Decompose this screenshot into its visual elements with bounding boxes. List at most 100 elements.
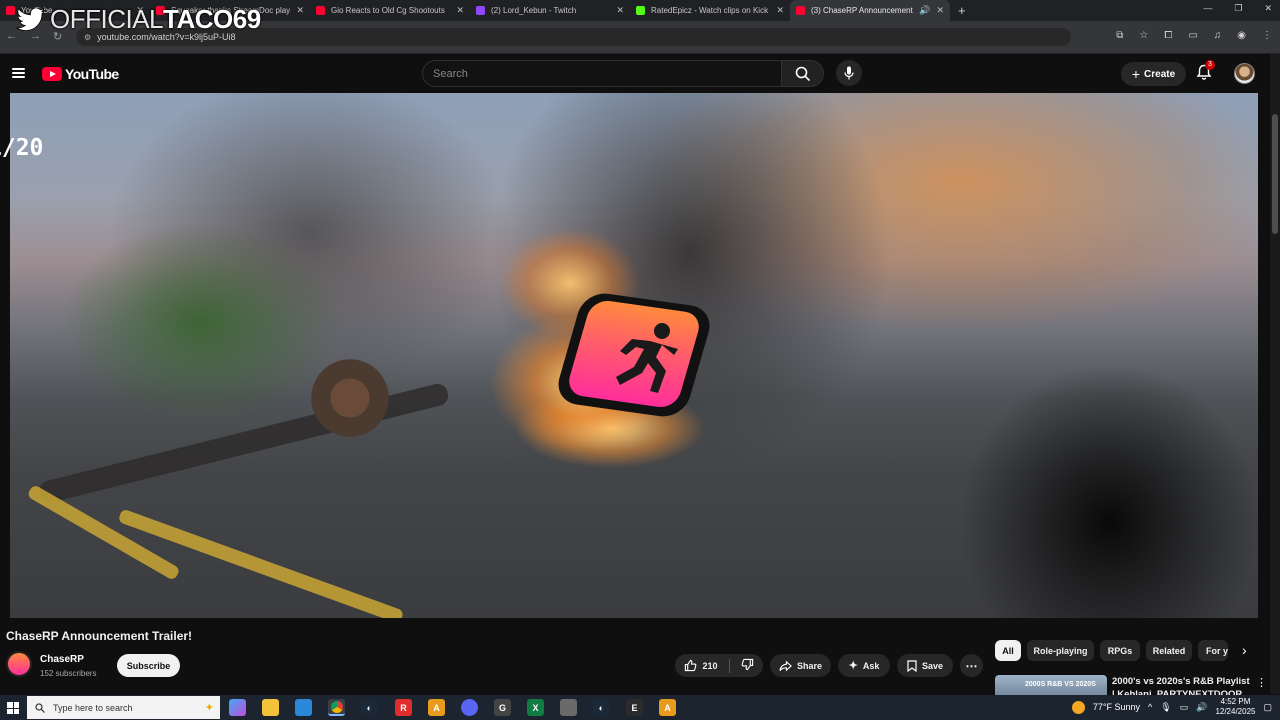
discord-icon[interactable]	[461, 699, 478, 716]
youtube-icon	[796, 6, 805, 15]
youtube-icon	[6, 6, 15, 15]
search-input[interactable]: Search	[422, 60, 782, 87]
window-controls: — ❐ ✕	[1203, 3, 1272, 14]
taskbar-search-input[interactable]: Type here to search ✦	[27, 696, 220, 719]
steam-icon[interactable]: ◐	[361, 699, 378, 716]
speaker-icon[interactable]: 🔊	[919, 5, 930, 16]
store-icon[interactable]	[295, 699, 312, 716]
chip-all[interactable]: All	[995, 640, 1021, 661]
browser-toolbar-icons: ⧉ ☆ ⧠ ▭ ♫ ◉ ⋮	[1116, 30, 1272, 41]
app-icon[interactable]: A	[659, 699, 676, 716]
page-scrollbar[interactable]	[1270, 54, 1280, 694]
more-horizontal-icon: ⋯	[965, 658, 978, 673]
more-actions-button[interactable]: ⋯	[960, 654, 983, 677]
more-vertical-icon[interactable]: ⋮	[1256, 676, 1267, 689]
slide-counter: 1/20	[0, 135, 44, 161]
app-icon[interactable]: A	[428, 699, 445, 716]
hamburger-menu-icon[interactable]	[12, 68, 25, 78]
close-icon[interactable]: ✕	[296, 5, 304, 16]
app-icon[interactable]: G	[494, 699, 511, 716]
watermark-prefix: OFFICIAL	[50, 4, 164, 34]
avatar[interactable]	[1234, 63, 1255, 84]
close-icon[interactable]: ✕	[616, 5, 624, 16]
create-button[interactable]: + Create	[1121, 62, 1186, 86]
like-button[interactable]: 210	[684, 659, 718, 672]
chip-rpgs[interactable]: RPGs	[1100, 640, 1140, 661]
notification-badge: 3	[1205, 60, 1215, 70]
microphone-icon[interactable]: 🎙	[1160, 702, 1171, 713]
video-player[interactable]	[10, 93, 1258, 618]
new-tab-button[interactable]: +	[958, 3, 966, 18]
save-button[interactable]: Save	[897, 654, 953, 677]
profile-icon[interactable]: ◉	[1237, 30, 1246, 41]
youtube-icon	[316, 6, 325, 15]
chip-related[interactable]: Related	[1146, 640, 1192, 661]
restore-icon[interactable]: ❐	[1234, 3, 1242, 14]
extensions-icon[interactable]: ⧠	[1164, 30, 1172, 41]
subscriber-count: 152 subscribers	[40, 669, 97, 678]
clock[interactable]: 4:52 PM 12/24/2025	[1215, 697, 1255, 717]
browser-tab[interactable]: RatedEpicz - Watch clips on Kick ✕	[630, 0, 790, 21]
browser-tab[interactable]: Gio Reacts to Old Cg Shootouts ✕	[310, 0, 470, 21]
like-dislike-group: 210	[675, 654, 763, 677]
notifications-button[interactable]: 3	[1196, 60, 1215, 86]
notification-center-icon[interactable]: ▢	[1263, 702, 1272, 713]
epic-games-icon[interactable]: E	[626, 699, 643, 716]
steam-icon[interactable]: ◐	[593, 699, 610, 716]
chevron-up-icon[interactable]: ^	[1148, 702, 1152, 712]
chrome-icon[interactable]	[328, 699, 345, 716]
sidebar-icon[interactable]: ▭	[1188, 30, 1197, 41]
media-control-icon[interactable]: ♫	[1214, 30, 1222, 41]
excel-icon[interactable]: X	[527, 699, 544, 716]
ask-button[interactable]: ✦ Ask	[838, 654, 890, 677]
scrollbar-thumb[interactable]	[1272, 114, 1278, 234]
channel-name[interactable]: ChaseRP	[40, 654, 84, 665]
close-window-icon[interactable]: ✕	[1264, 3, 1272, 14]
plus-icon: +	[1131, 66, 1141, 82]
search-icon	[35, 702, 45, 713]
search-placeholder: Search	[433, 67, 468, 80]
twitter-bird-icon	[16, 6, 46, 31]
game-launcher-icon[interactable]: R	[395, 699, 412, 716]
app-icon[interactable]	[560, 699, 577, 716]
weather-sun-icon	[1071, 700, 1085, 714]
browser-tab[interactable]: (2) Lord_Kebun - Twitch ✕	[470, 0, 630, 21]
channel-avatar[interactable]	[6, 651, 32, 677]
watermark-name: TACO69	[163, 4, 261, 34]
windows-start-icon[interactable]	[7, 702, 19, 714]
weather-text[interactable]: 77°F Sunny	[1093, 702, 1140, 712]
bookmark-icon	[907, 659, 917, 672]
close-icon[interactable]: ✕	[776, 5, 784, 16]
file-explorer-icon[interactable]	[262, 699, 279, 716]
share-button[interactable]: Share	[770, 654, 831, 677]
youtube-logo[interactable]: YouTube	[42, 66, 119, 82]
video-scene-wheel	[310, 348, 390, 448]
install-app-icon[interactable]: ⧉	[1116, 30, 1123, 41]
like-count: 210	[702, 660, 718, 671]
close-icon[interactable]: ✕	[936, 5, 944, 16]
network-icon[interactable]: ▭	[1180, 702, 1189, 713]
system-tray: 77°F Sunny ^ 🎙 ▭ 🔊 4:52 PM 12/24/2025 ▢	[1071, 697, 1272, 717]
kick-icon	[636, 6, 645, 15]
search-button[interactable]	[782, 60, 824, 87]
dislike-button[interactable]	[741, 658, 754, 673]
menu-dots-icon[interactable]: ⋮	[1262, 30, 1272, 41]
voice-search-button[interactable]	[836, 60, 862, 86]
bookmark-star-icon[interactable]: ☆	[1139, 30, 1148, 41]
chip-for-you[interactable]: For y	[1198, 640, 1228, 661]
volume-icon[interactable]: 🔊	[1196, 702, 1207, 713]
sparkle-icon: ✦	[848, 660, 858, 672]
minimize-icon[interactable]: —	[1203, 3, 1212, 14]
chip-role-playing[interactable]: Role-playing	[1027, 640, 1094, 661]
streamer-watermark: OFFICIALTACO69	[16, 4, 261, 35]
chevron-right-icon[interactable]: ›	[1242, 642, 1247, 658]
twitch-icon	[476, 6, 485, 15]
browser-tab-active[interactable]: (3) ChaseRP Announcement 🔊 ✕	[790, 0, 950, 21]
close-icon[interactable]: ✕	[456, 5, 464, 16]
youtube-play-icon	[42, 67, 62, 81]
copilot-icon[interactable]	[229, 699, 246, 716]
search-highlight-icon: ✦	[204, 702, 214, 714]
subscribe-button[interactable]: Subscribe	[117, 654, 180, 677]
video-title: ChaseRP Announcement Trailer!	[6, 629, 193, 643]
search-icon	[795, 66, 810, 81]
